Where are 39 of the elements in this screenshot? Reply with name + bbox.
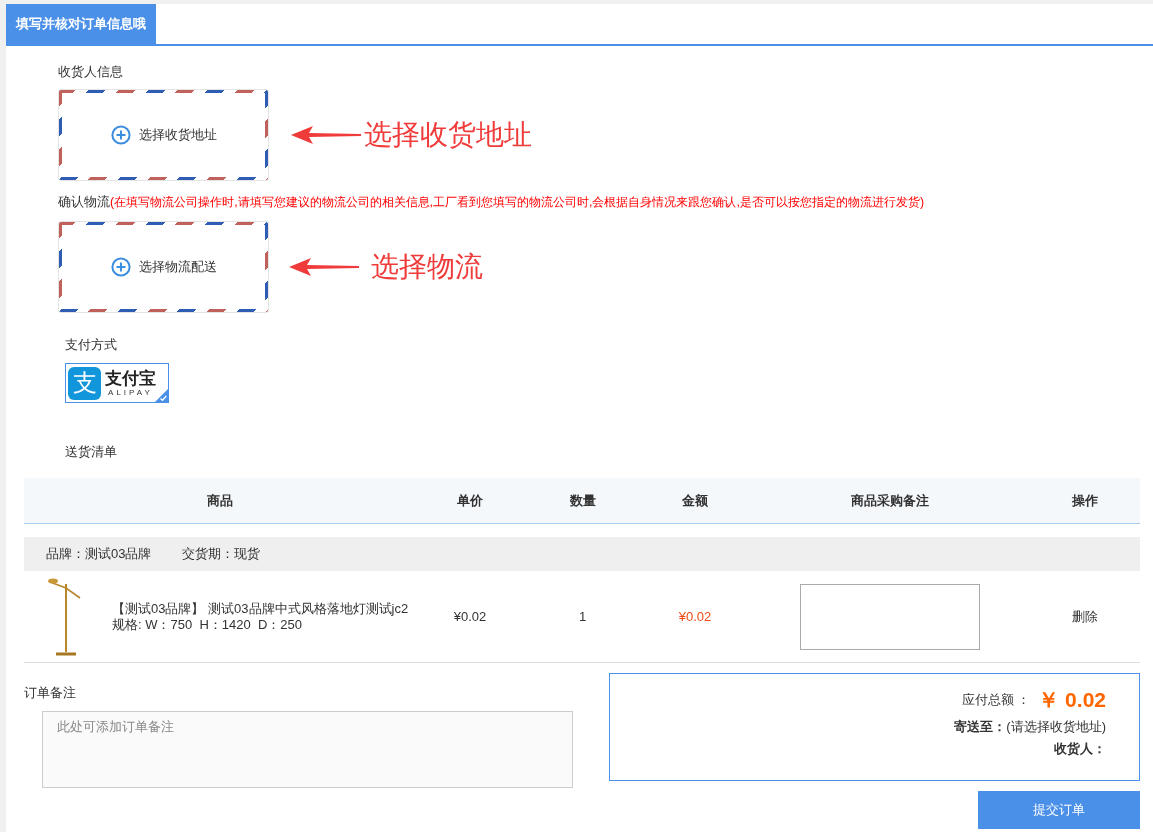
logo-wordmark: 支付宝 [105, 369, 156, 387]
total-label: 应付总额 ： [961, 691, 1031, 709]
check-corner-icon [155, 389, 168, 402]
column-header: 商品采购备注 [850, 491, 930, 510]
section-label: 订单备注 [24, 684, 77, 702]
ship-to-value: (请选择收货地址) [1006, 719, 1106, 734]
annotation-text: 选择物流 [371, 249, 483, 285]
total-amount: ￥ 0.02 [1038, 687, 1106, 713]
column-header: 金额 [681, 491, 709, 510]
annotation-text: 选择收货地址 [364, 117, 532, 153]
address-picker-button[interactable]: 选择收货地址 [58, 89, 269, 181]
product-title: 【测试03品牌】 测试03品牌中式风格落地灯测试jc2 [112, 600, 409, 617]
section-label: 送货清单 [65, 443, 118, 461]
column-header: 操作 [1071, 491, 1099, 510]
column-header: 单价 [456, 491, 484, 510]
plus-circle-icon [110, 257, 131, 277]
receiver-label: 收货人： [1054, 741, 1106, 756]
arrow-icon [291, 125, 361, 145]
quantity: 1 [577, 609, 588, 624]
logistics-notice: (在填写物流公司操作时,请填写您建议的物流公司的相关信息,工厂看到您填写的物流公司时,会根据自身情况来跟您确认,是否可以按您指定的物流进行发货) [110, 194, 925, 211]
logistics-picker-button[interactable]: 选择物流配送 [58, 221, 269, 313]
ship-to-label: 寄送至： [954, 719, 1007, 734]
logo-subtitle: ALIPAY [108, 388, 153, 397]
column-header: 数量 [568, 491, 597, 510]
delivery-time-text: 交货期：现货 [182, 545, 261, 563]
delete-link[interactable]: 删除 [1072, 608, 1098, 624]
section-label: 支付方式 [65, 336, 118, 354]
section-label: 确认物流 [58, 193, 110, 211]
column-header: 商品 [205, 491, 234, 510]
logo-glyph: 支 [68, 366, 101, 400]
brand-text: 品牌：测试03品牌 [46, 545, 152, 563]
plus-circle-icon [110, 125, 131, 145]
order-note-field[interactable]: 此处可添加订单备注 [42, 711, 573, 788]
arrow-icon [289, 257, 359, 277]
unit-price: ¥0.02 [452, 609, 488, 624]
section-label: 收货人信息 [58, 63, 124, 81]
amount: ¥0.02 [677, 609, 713, 624]
remark-field[interactable] [800, 583, 980, 650]
product-spec: 规格: W：750 H：1420 D：250 [112, 616, 304, 633]
